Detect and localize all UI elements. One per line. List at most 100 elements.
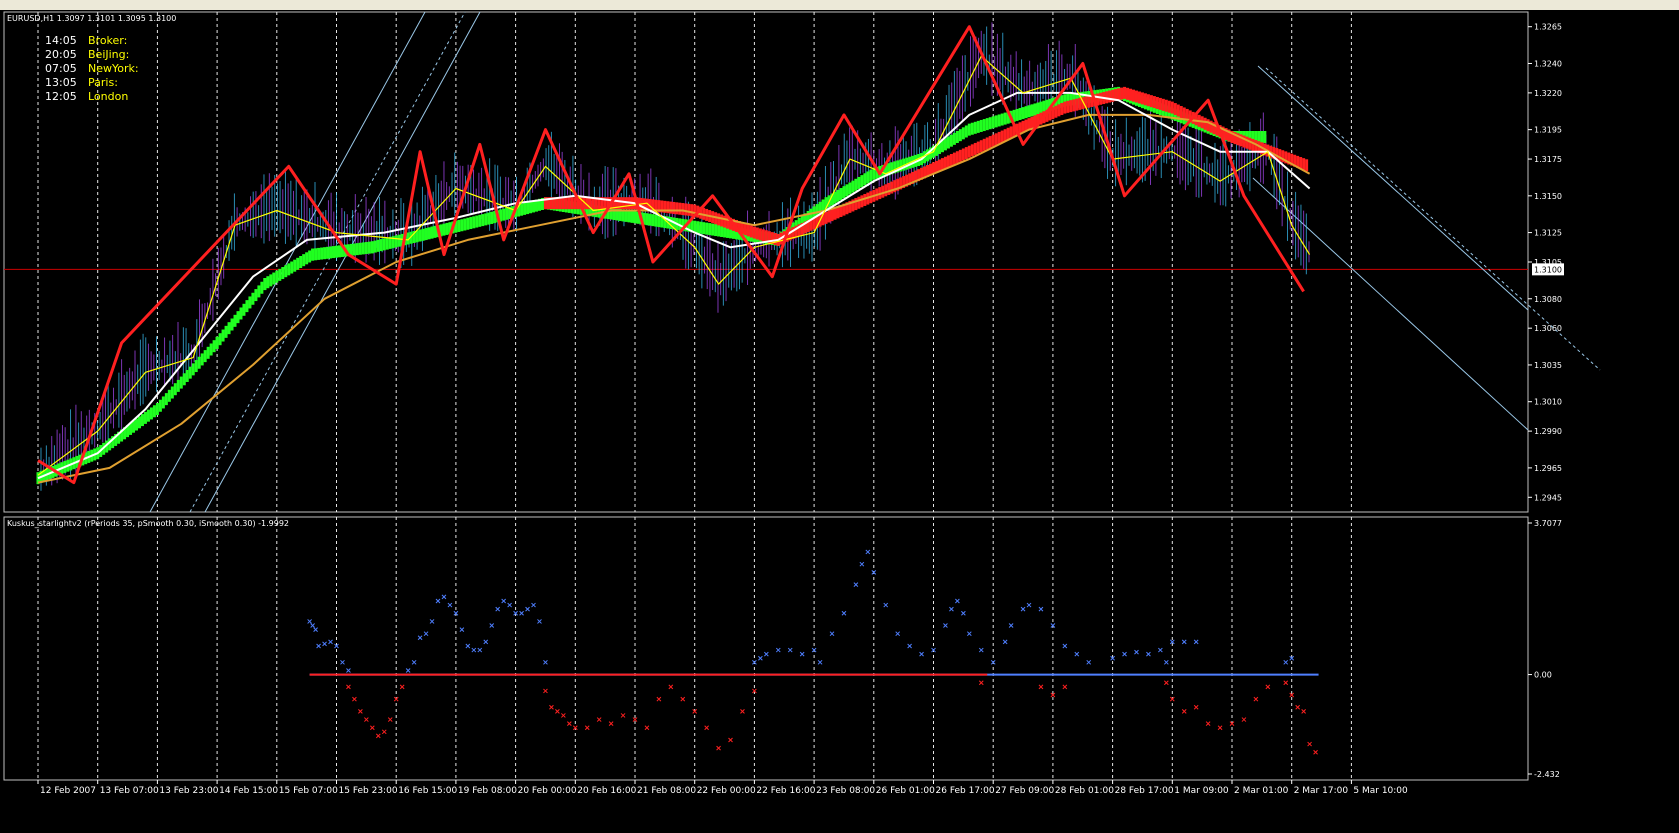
trend-ribbon-green bbox=[317, 247, 321, 260]
osc-point-blue bbox=[907, 643, 912, 649]
trend-ribbon-red bbox=[1060, 102, 1064, 115]
trend-ribbon-green bbox=[418, 229, 422, 242]
trend-ribbon-red bbox=[1066, 100, 1070, 113]
trend-ribbon-green bbox=[358, 242, 362, 255]
osc-point-blue bbox=[423, 631, 429, 637]
trend-ribbon-red bbox=[1099, 92, 1103, 105]
trend-ribbon-red bbox=[755, 227, 759, 240]
price-tick-label-3: 1.3195 bbox=[1534, 126, 1562, 135]
x-tick-label-9: 20 Feb 16:00 bbox=[577, 786, 636, 796]
trend-ribbon-green bbox=[206, 346, 210, 359]
trend-ribbon-red bbox=[997, 131, 1001, 144]
osc-point-blue bbox=[313, 627, 318, 632]
osc-point-blue bbox=[1062, 643, 1068, 649]
x-tick-label-15: 26 Feb 17:00 bbox=[936, 786, 995, 796]
osc-point-red bbox=[644, 725, 650, 731]
osc-point-red bbox=[1038, 684, 1044, 690]
trend-ribbon-red bbox=[857, 196, 861, 209]
trend-ribbon-green bbox=[520, 203, 524, 216]
x-tick-label-7: 19 Feb 08:00 bbox=[458, 786, 517, 796]
osc-point-blue bbox=[787, 647, 793, 653]
trend-ribbon-red bbox=[564, 197, 568, 210]
osc-point-blue bbox=[919, 651, 924, 657]
trend-ribbon-green bbox=[430, 226, 434, 239]
osc-point-blue bbox=[519, 610, 524, 616]
trend-ribbon-red bbox=[940, 158, 944, 171]
x-tick-label-13: 23 Feb 08:00 bbox=[816, 786, 875, 796]
trend-ribbon-green bbox=[502, 208, 506, 221]
osc-point-blue bbox=[1008, 623, 1014, 628]
trend-ribbon-red bbox=[854, 198, 858, 211]
x-tick-label-2: 13 Feb 23:00 bbox=[159, 786, 218, 796]
trend-ribbon-green bbox=[260, 281, 264, 294]
trend-ribbon-red bbox=[1030, 116, 1034, 129]
osc-point-blue bbox=[531, 602, 536, 608]
trend-ribbon-red bbox=[1167, 100, 1171, 113]
price-tick-label-2: 1.3220 bbox=[1534, 89, 1562, 98]
chart-svg[interactable]: 12 Feb 2007 13 Feb 07:00 13 Feb 23:00 14 Fe… bbox=[0, 10, 1679, 833]
price-tick-label-9: 1.3080 bbox=[1534, 295, 1562, 304]
x-tick-label-10: 21 Feb 08:00 bbox=[637, 786, 696, 796]
channel-line-up-0 bbox=[149, 11, 426, 513]
osc-point-red bbox=[656, 696, 662, 702]
trend-ribbon-red bbox=[1164, 99, 1168, 112]
osc-point-blue bbox=[829, 631, 835, 637]
trend-ribbon-green bbox=[633, 211, 637, 224]
osc-point-blue bbox=[978, 647, 984, 653]
osc-point-red bbox=[352, 696, 357, 702]
trend-ribbon-green bbox=[263, 278, 267, 291]
trend-ribbon-red bbox=[973, 142, 977, 155]
trend-ribbon-green bbox=[821, 199, 825, 212]
trend-ribbon-red bbox=[887, 182, 891, 195]
trend-ribbon-green bbox=[505, 207, 509, 220]
osc-point-blue bbox=[429, 619, 435, 624]
osc-point-red bbox=[387, 717, 393, 722]
trend-ribbon-red bbox=[723, 215, 727, 228]
trend-ribbon-green bbox=[233, 314, 237, 327]
trend-ribbon-green bbox=[293, 259, 297, 272]
osc-point-red bbox=[1253, 696, 1259, 702]
trend-ribbon-green bbox=[323, 247, 327, 260]
trend-ribbon-green bbox=[472, 216, 476, 229]
trend-ribbon-green bbox=[308, 250, 312, 263]
trend-ribbon-green bbox=[352, 243, 356, 256]
trend-ribbon-red bbox=[1117, 88, 1121, 101]
trend-ribbon-green bbox=[442, 223, 446, 236]
trend-ribbon-red bbox=[937, 159, 941, 172]
price-tick-label-6: 1.3125 bbox=[1534, 229, 1562, 238]
trend-ribbon-green bbox=[170, 386, 174, 399]
trend-ribbon-green bbox=[281, 267, 285, 280]
trend-ribbon-green bbox=[155, 403, 159, 416]
trend-ribbon-green bbox=[266, 276, 270, 289]
trend-ribbon-green bbox=[254, 289, 258, 302]
trend-ribbon-red bbox=[1009, 126, 1013, 139]
trend-ribbon-red bbox=[970, 144, 974, 157]
osc-point-blue bbox=[525, 606, 530, 612]
trend-ribbon-red bbox=[773, 233, 777, 246]
trend-ribbon-green bbox=[964, 125, 968, 138]
trend-ribbon-red bbox=[1152, 96, 1156, 109]
osc-point-blue bbox=[543, 659, 548, 665]
trend-ribbon-green bbox=[361, 242, 365, 255]
trend-ribbon-green bbox=[299, 256, 303, 268]
trend-ribbon-green bbox=[526, 202, 530, 215]
trend-ribbon-green bbox=[424, 228, 428, 241]
chart-area[interactable]: 12 Feb 2007 13 Feb 07:00 13 Feb 23:00 14 Fe… bbox=[0, 10, 1679, 833]
trend-ribbon-green bbox=[466, 217, 470, 230]
trend-ribbon-red bbox=[1170, 101, 1174, 114]
trend-ribbon-red bbox=[961, 148, 965, 161]
trend-ribbon-green bbox=[973, 121, 977, 134]
x-tick-label-19: 1 Mar 09:00 bbox=[1174, 786, 1229, 796]
trend-ribbon-green bbox=[326, 246, 330, 259]
trend-ribbon-green bbox=[203, 350, 207, 363]
trend-ribbon-green bbox=[1018, 108, 1022, 121]
trend-ribbon-red bbox=[758, 228, 762, 241]
price-tick-label-12: 1.3010 bbox=[1534, 398, 1562, 407]
trend-ribbon-red bbox=[1123, 86, 1127, 99]
trend-ribbon-red bbox=[952, 152, 956, 165]
osc-point-blue bbox=[1002, 639, 1008, 645]
trend-ribbon-red bbox=[1078, 97, 1082, 110]
trend-ribbon-green bbox=[269, 274, 273, 287]
trend-ribbon-green bbox=[845, 184, 849, 197]
trend-ribbon-green bbox=[693, 220, 697, 233]
